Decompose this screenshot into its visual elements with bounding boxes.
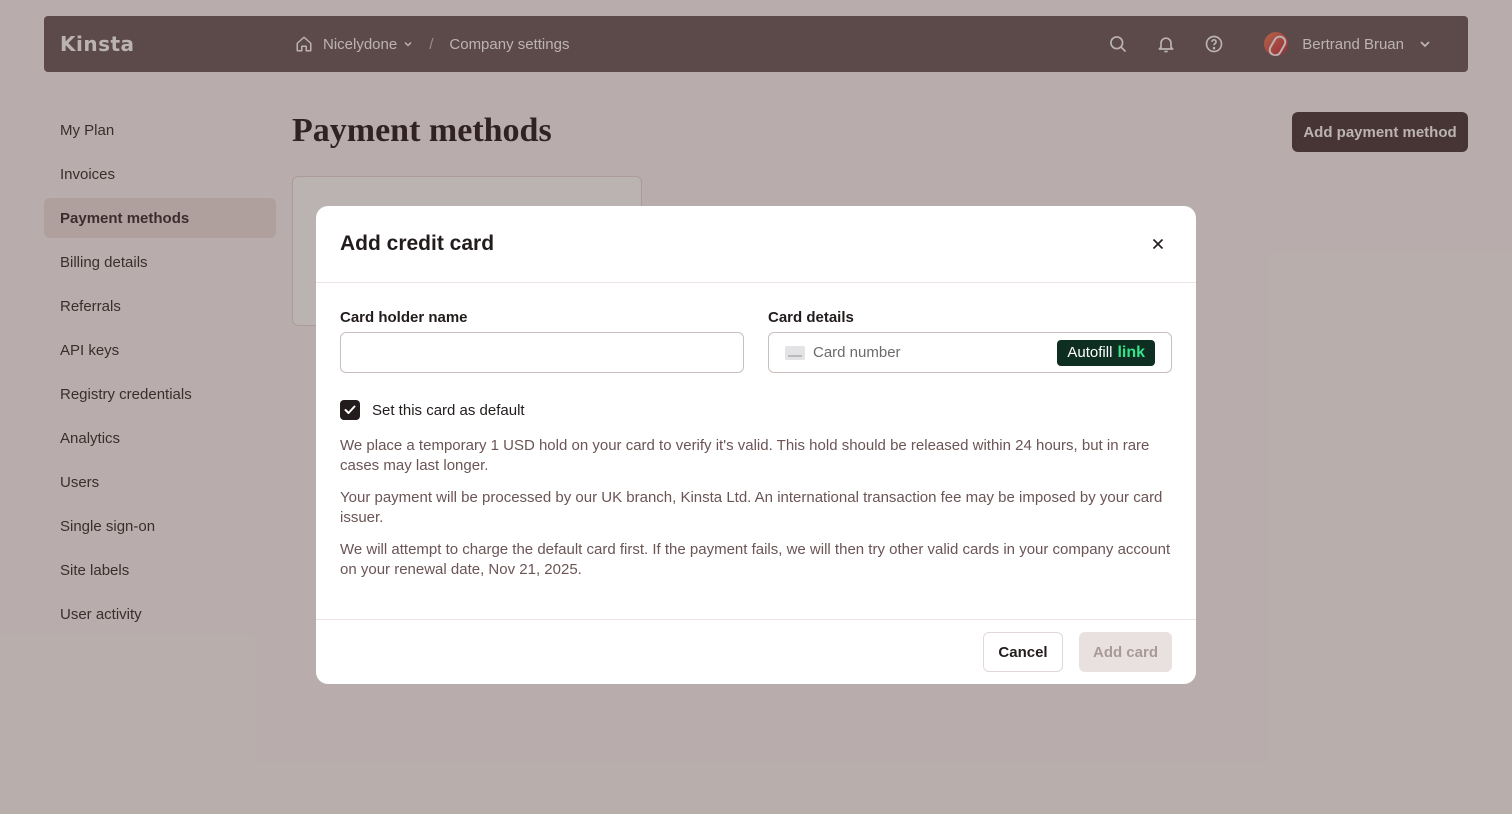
- card-holder-label: Card holder name: [340, 309, 468, 326]
- default-card-label[interactable]: Set this card as default: [372, 402, 525, 419]
- checkmark-icon: [344, 405, 356, 414]
- dialog-body: Card holder name Card details Card numbe…: [316, 283, 1196, 580]
- card-holder-input[interactable]: [340, 332, 744, 373]
- dialog-title: Add credit card: [340, 232, 495, 255]
- hold-info-text: We place a temporary 1 USD hold on your …: [340, 437, 1150, 474]
- default-card-checkbox[interactable]: [340, 400, 360, 420]
- uk-branch-info-text: Your payment will be processed by our UK…: [340, 489, 1163, 526]
- close-icon: [1152, 238, 1164, 250]
- charge-order-info-text: We will attempt to charge the default ca…: [340, 541, 1171, 578]
- card-number-input[interactable]: Card number Autofill link: [768, 332, 1172, 373]
- card-details-field: Card details Card number Autofill link: [768, 309, 1172, 373]
- dialog-footer: Cancel Add card: [316, 619, 1196, 684]
- default-card-option: Set this card as default: [340, 400, 1172, 420]
- card-number-placeholder: Card number: [813, 344, 901, 361]
- add-card-button[interactable]: Add card: [1079, 632, 1172, 672]
- credit-card-icon: [785, 345, 805, 360]
- card-details-label: Card details: [768, 309, 854, 326]
- autofill-text: Autofill: [1067, 344, 1113, 361]
- dialog-header: Add credit card: [316, 206, 1196, 283]
- link-logo: link: [1117, 343, 1145, 361]
- autofill-link-button[interactable]: Autofill link: [1057, 339, 1155, 366]
- card-holder-field: Card holder name: [340, 309, 744, 373]
- add-credit-card-dialog: Add credit card Card holder name Card de…: [316, 206, 1196, 684]
- close-button[interactable]: [1144, 230, 1172, 258]
- cancel-button[interactable]: Cancel: [983, 632, 1063, 672]
